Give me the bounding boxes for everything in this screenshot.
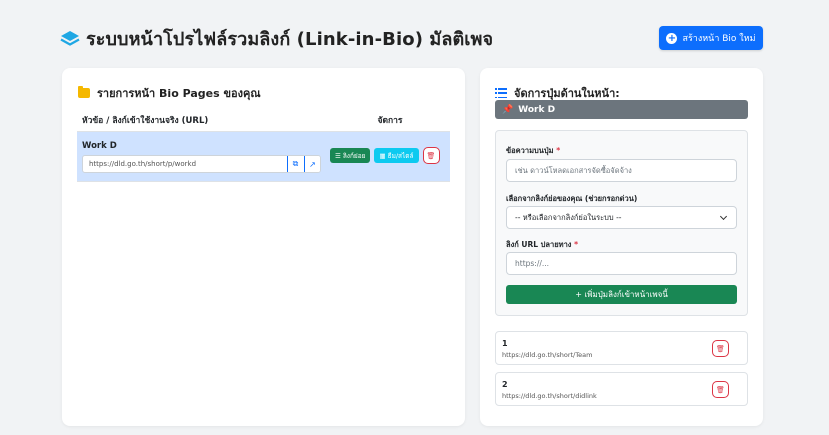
bio-pages-card: รายการหน้า Bio Pages ของคุณ หัวข้อ / ลิง… [62, 68, 465, 426]
current-page-name: Work D [518, 104, 556, 115]
palette-icon: ▦ [379, 151, 386, 160]
bio-pages-title-text: รายการหน้า Bio Pages ของคุณ [97, 87, 261, 100]
sub-links-label: ลิงก์ย่อย [342, 151, 366, 160]
link-url: https://dld.go.th/short/didlink [502, 392, 597, 400]
sub-links-button[interactable]: ☰ ลิงก์ย่อย [330, 148, 371, 163]
page-header: ระบบหน้าโปรไฟล์รวมลิงก์ (Link-in-Bio) มั… [60, 24, 493, 53]
create-bio-page-label: สร้างหน้า Bio ใหม่ [682, 34, 756, 44]
list-icon: ☰ [335, 151, 341, 160]
theme-label: ธีม/สไตล์ [387, 151, 414, 160]
external-link-icon[interactable]: ↗ [304, 156, 320, 172]
link-label: 2 [502, 380, 508, 389]
page-url-group: https://dld.go.th/short/p/workd ⧉ ↗ [82, 155, 321, 173]
plus-circle-icon: + [666, 32, 678, 44]
bio-pages-card-title: รายการหน้า Bio Pages ของคุณ [78, 84, 261, 102]
layers-icon [60, 30, 80, 46]
table-row[interactable]: Work D https://dld.go.th/short/p/workd ⧉… [77, 132, 450, 182]
add-button-form: ข้อความบนปุ่ม * เช่น ดาวน์โหลดเอกสารจัดซ… [495, 130, 748, 316]
list-ul-icon [495, 88, 507, 98]
button-text-label: ข้อความบนปุ่ม * [506, 146, 561, 155]
pin-icon: 📌 [502, 104, 514, 115]
trash-icon: 🗑 [426, 151, 436, 160]
folder-icon [78, 86, 90, 98]
row-actions: ☰ ลิงก์ย่อย ▦ ธีม/สไตล์ 🗑 [330, 147, 440, 164]
button-text-input[interactable]: เช่น ดาวน์โหลดเอกสารจัดซื้อจัดจ้าง [506, 159, 737, 182]
create-bio-page-button[interactable]: + สร้างหน้า Bio ใหม่ [659, 26, 763, 50]
page-name: Work D [82, 141, 117, 151]
trash-icon: 🗑 [716, 344, 725, 353]
table-header: หัวข้อ / ลิงก์เข้าใช้งานจริง (URL) จัดกา… [77, 108, 450, 132]
bio-pages-table: หัวข้อ / ลิงก์เข้าใช้งานจริง (URL) จัดกา… [77, 108, 450, 182]
list-item[interactable]: 1 https://dld.go.th/short/Team 🗑 [495, 331, 748, 365]
page-url-field[interactable]: https://dld.go.th/short/p/workd [83, 156, 287, 172]
pick-link-label: เลือกจากลิงก์ย่อของคุณ (ช่วยกรอกด่วน) [506, 194, 638, 203]
list-item[interactable]: 2 https://dld.go.th/short/didlink 🗑 [495, 372, 748, 406]
add-link-button[interactable]: + เพิ่มปุ่มลิงก์เข้าหน้าเพจนี้ [506, 285, 737, 304]
target-url-input[interactable]: https://... [506, 252, 737, 275]
link-url: https://dld.go.th/short/Team [502, 351, 593, 359]
delete-link-button[interactable]: 🗑 [712, 381, 729, 398]
page-title: ระบบหน้าโปรไฟล์รวมลิงก์ (Link-in-Bio) มั… [86, 29, 494, 50]
current-page-bar: 📌 Work D [495, 100, 748, 119]
pick-link-select[interactable]: -- หรือเลือกจากลิงก์ย่อในระบบ -- [506, 206, 737, 229]
delete-page-button[interactable]: 🗑 [422, 147, 440, 164]
trash-icon: 🗑 [716, 385, 725, 394]
target-url-label: ลิงก์ URL ปลายทาง * [506, 240, 579, 249]
column-header-url: หัวข้อ / ลิงก์เข้าใช้งานจริง (URL) [82, 115, 209, 126]
column-header-manage: จัดการ [377, 115, 403, 126]
link-label: 1 [502, 339, 508, 348]
copy-icon[interactable]: ⧉ [287, 156, 303, 172]
theme-button[interactable]: ▦ ธีม/สไตล์ [374, 148, 419, 163]
manage-buttons-card: จัดการปุ่มด้านในหน้า: 📌 Work D ข้อความบน… [480, 68, 763, 426]
delete-link-button[interactable]: 🗑 [712, 340, 729, 357]
